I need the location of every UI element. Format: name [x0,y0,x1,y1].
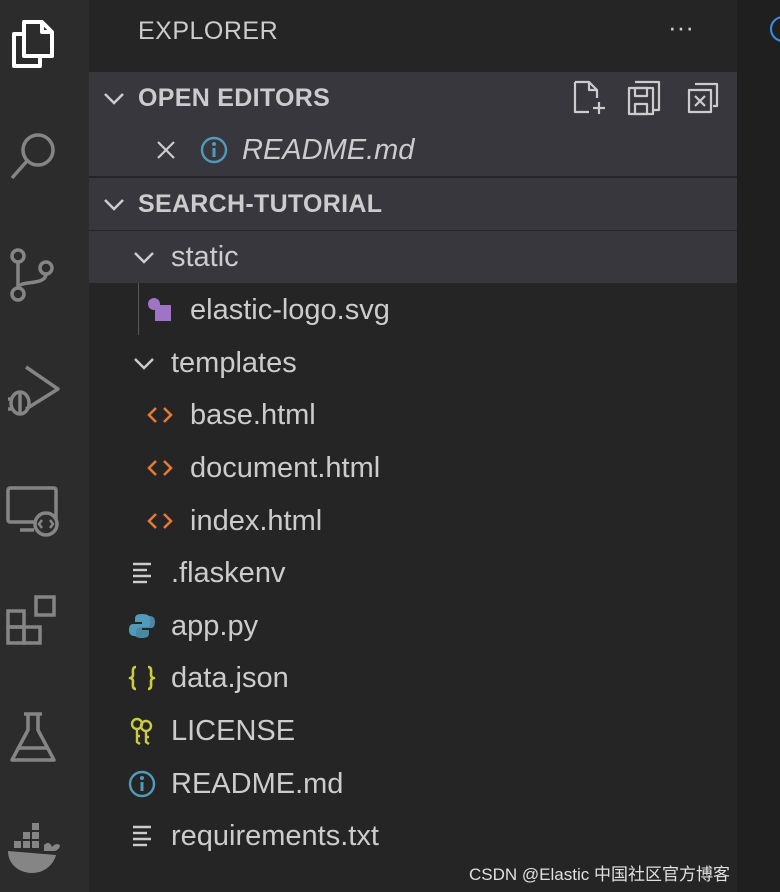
text-file-icon [129,821,159,851]
info-icon [770,16,780,42]
file-row[interactable]: LICENSE [89,705,737,757]
info-icon [199,135,229,165]
explorer-header: EXPLORER ··· [89,0,737,64]
more-actions-button[interactable]: ··· [661,12,701,48]
folder-label: templates [171,346,297,379]
open-editors-section-header[interactable]: OPEN EDITORS [89,72,737,124]
file-row[interactable]: requirements.txt [89,810,737,862]
file-label: data.json [171,661,289,694]
html-file-icon [145,453,175,483]
run-debug-icon[interactable] [0,353,66,423]
html-file-icon [145,506,175,536]
python-icon [127,611,157,641]
files-icon[interactable] [0,8,66,78]
chevron-down-icon [134,252,154,264]
remote-explorer-icon[interactable] [0,474,66,544]
file-row[interactable]: elastic-logo.svg [89,284,737,336]
file-row[interactable]: README.md [89,758,737,810]
info-icon [127,769,157,799]
folder-templates[interactable]: templates [89,337,737,389]
save-all-icon[interactable] [627,80,663,116]
editor-area-edge [737,0,780,892]
file-label: requirements.txt [171,819,379,852]
explorer-title: EXPLORER [138,17,279,45]
activity-bar [0,0,89,892]
file-label: LICENSE [171,714,296,747]
workspace-label: SEARCH-TUTORIAL [138,189,383,218]
file-label: app.py [171,609,259,642]
folder-static[interactable]: static [89,231,737,283]
search-icon[interactable] [0,122,66,192]
file-label: base.html [190,398,316,431]
file-label: .flaskenv [171,556,286,589]
file-row[interactable]: data.json [89,652,737,704]
file-label: index.html [190,504,323,537]
workspace-section-header[interactable]: SEARCH-TUTORIAL [89,178,737,230]
license-key-icon [127,716,157,746]
json-icon [127,663,157,693]
explorer-sidebar: EXPLORER ··· OPEN EDITORS README.md SEAR… [89,0,737,892]
file-row[interactable]: base.html [89,389,737,441]
docker-icon[interactable] [0,815,66,885]
watermark: CSDN @Elastic 中国社区官方博客 [469,865,730,884]
close-icon[interactable] [153,137,179,163]
extensions-icon[interactable] [0,585,66,655]
chevron-down-icon [104,93,124,105]
file-label: elastic-logo.svg [190,293,390,326]
text-file-icon [129,558,159,588]
open-editor-filename: README.md [242,133,415,166]
file-row[interactable]: document.html [89,442,737,494]
folder-label: static [171,240,239,273]
open-editor-item[interactable]: README.md [89,124,737,176]
close-all-editors-icon[interactable] [685,80,721,116]
file-row[interactable]: .flaskenv [89,547,737,599]
chevron-down-icon [134,358,154,370]
file-row[interactable]: index.html [89,495,737,547]
flask-icon[interactable] [0,702,66,772]
new-untitled-file-icon[interactable] [571,80,607,116]
source-control-icon[interactable] [0,240,66,310]
file-label: README.md [171,767,344,800]
chevron-down-icon [104,199,124,211]
open-editors-label: OPEN EDITORS [138,83,331,112]
html-file-icon [145,400,175,430]
file-label: document.html [190,451,381,484]
file-row[interactable]: app.py [89,600,737,652]
svg-file-icon [145,295,175,325]
